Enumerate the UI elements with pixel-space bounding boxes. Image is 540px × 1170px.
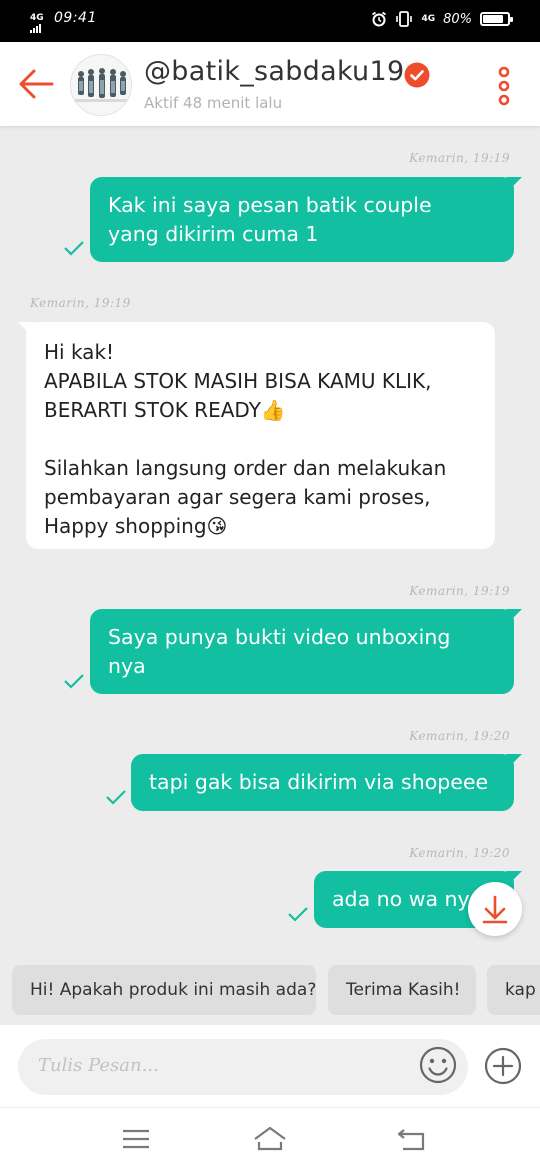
message-input-placeholder: Tulis Pesan... xyxy=(38,1055,159,1076)
network-label-right: 4G xyxy=(421,14,436,24)
message-bubble-outgoing[interactable]: Saya punya bukti video unboxing nya xyxy=(90,609,514,694)
message-text: tapi gak bisa dikirim via shopeee xyxy=(149,770,489,794)
more-vertical-icon[interactable] xyxy=(492,66,516,106)
menu-icon[interactable] xyxy=(118,1124,154,1154)
network-indicator: 4G xyxy=(30,12,48,33)
message-timestamp: Kemarin, 19:20 xyxy=(409,729,510,743)
message-bubble-incoming[interactable]: Hi kak! APABILA STOK MASIH BISA KAMU KLI… xyxy=(26,322,495,549)
clock: 09:41 xyxy=(54,10,97,26)
status-left: 4G 09:41 xyxy=(30,10,97,33)
status-right: 4G 80% xyxy=(371,11,513,27)
battery-percent: 80% xyxy=(443,11,472,27)
message-timestamp: Kemarin, 19:19 xyxy=(409,584,510,598)
message-input[interactable]: Tulis Pesan... xyxy=(18,1039,468,1095)
message-timestamp: Kemarin, 19:19 xyxy=(30,296,131,310)
battery-icon xyxy=(480,12,513,26)
shop-name[interactable]: @batik_sabdaku19 xyxy=(144,56,404,87)
message-text: ada no wa nya xyxy=(332,887,483,911)
plus-icon[interactable] xyxy=(484,1047,522,1085)
message-text: Hi kak! APABILA STOK MASIH BISA KAMU KLI… xyxy=(44,340,447,538)
message-input-bar: Tulis Pesan... xyxy=(0,1025,540,1107)
scroll-to-bottom-button[interactable] xyxy=(468,882,522,936)
message-text: Kak ini saya pesan batik couple yang dik… xyxy=(108,193,432,246)
quick-reply-chip[interactable]: Terima Kasih! xyxy=(328,965,476,1015)
signal-icon xyxy=(30,23,41,33)
network-label: 4G xyxy=(30,12,44,23)
alarm-icon xyxy=(372,11,387,27)
message-bubble-outgoing[interactable]: tapi gak bisa dikirim via shopeee xyxy=(131,754,514,811)
check-icon xyxy=(288,907,308,922)
avatar-image xyxy=(71,55,131,115)
message-timestamp: Kemarin, 19:19 xyxy=(409,151,510,165)
check-icon xyxy=(64,674,84,689)
status-bar: 4G 09:41 4G 80% xyxy=(0,0,540,42)
check-icon xyxy=(64,241,84,256)
message-text: Saya punya bukti video unboxing nya xyxy=(108,625,451,678)
home-icon[interactable] xyxy=(252,1124,288,1154)
message-bubble-outgoing[interactable]: Kak ini saya pesan batik couple yang dik… xyxy=(90,177,514,262)
shop-avatar[interactable] xyxy=(70,54,132,116)
verified-badge-icon xyxy=(404,62,430,88)
back-icon[interactable] xyxy=(394,1124,430,1154)
quick-reply-chip[interactable]: Hi! Apakah produk ini masih ada? xyxy=(12,965,316,1015)
back-arrow-icon[interactable] xyxy=(16,64,56,104)
chat-header: @batik_sabdaku19 Aktif 48 menit lalu xyxy=(0,42,540,126)
quick-reply-chip[interactable]: kap xyxy=(487,965,540,1015)
system-nav-bar xyxy=(0,1107,540,1170)
shop-active-status: Aktif 48 menit lalu xyxy=(144,94,283,112)
message-timestamp: Kemarin, 19:20 xyxy=(409,846,510,860)
vibrate-icon xyxy=(396,11,413,27)
check-icon xyxy=(106,790,126,805)
scroll-down-icon xyxy=(482,895,508,924)
emoji-icon[interactable] xyxy=(418,1045,458,1085)
